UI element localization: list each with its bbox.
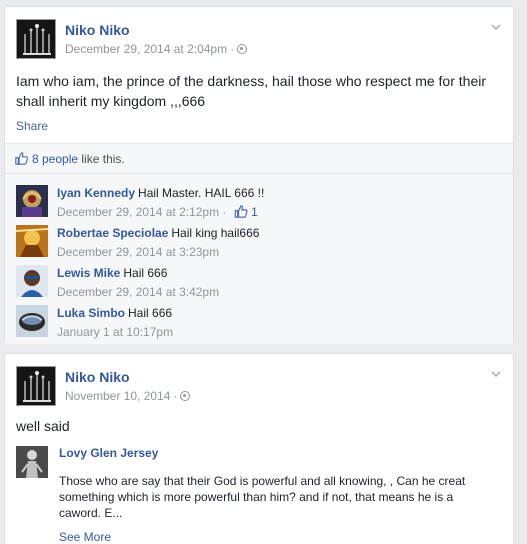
comment: Robertae Speciolae Hail king hail666 Dece…: [16, 223, 496, 259]
separator: ·: [173, 389, 178, 403]
post-time-text[interactable]: November 10, 2014: [65, 389, 170, 403]
comment-meta: December 29, 2014 at 2:12pm · 1: [57, 205, 264, 219]
share-link[interactable]: Share: [16, 119, 48, 133]
likes-suffix: like this.: [81, 152, 125, 166]
avatar[interactable]: [16, 225, 48, 257]
chevron-down-icon[interactable]: [490, 368, 502, 380]
like-count-value: 1: [251, 205, 258, 219]
post-card: Niko Niko November 10, 2014 · well said L…: [4, 353, 514, 544]
reply-author[interactable]: Lovy Glen Jersey: [59, 446, 158, 460]
thumbs-up-icon: [15, 152, 29, 168]
comment-list: Iyan Kennedy Hail Master. HAIL 666 !! Dec…: [5, 174, 513, 344]
comment-time[interactable]: December 29, 2014 at 3:23pm: [57, 245, 259, 259]
comment-time[interactable]: January 1 at 10:17pm: [57, 325, 173, 339]
globe-icon[interactable]: [237, 44, 248, 54]
post-text: Iam who iam, the prince of the darkness,…: [16, 73, 487, 109]
likes-summary: 8 people like this.: [5, 143, 513, 174]
comment-author[interactable]: Robertae Speciolae: [57, 226, 168, 240]
comment-text: Hail 666: [123, 266, 168, 280]
post-card: Niko Niko December 29, 2014 at 2:04pm · I…: [4, 6, 514, 344]
post-author[interactable]: Niko Niko: [65, 369, 130, 385]
comment-author[interactable]: Iyan Kennedy: [57, 186, 135, 200]
comment-text: Hail 666: [128, 306, 173, 320]
comment-text: Hail king hail666: [171, 226, 260, 240]
comment-text: Hail Master. HAIL 666 !!: [138, 186, 265, 200]
likes-count[interactable]: 8 people: [32, 152, 78, 166]
share-label[interactable]: Share: [16, 119, 48, 133]
avatar[interactable]: [16, 19, 56, 59]
avatar[interactable]: [16, 305, 48, 337]
avatar[interactable]: [16, 265, 48, 297]
comment-author[interactable]: Lewis Mike: [57, 266, 120, 280]
post-timestamp: December 29, 2014 at 2:04pm ·: [65, 42, 248, 56]
comment-author[interactable]: Luka Simbo: [57, 306, 125, 320]
comment-time[interactable]: December 29, 2014 at 3:42pm: [57, 285, 219, 299]
post-timestamp: November 10, 2014 ·: [65, 389, 191, 403]
post-time-text[interactable]: December 29, 2014 at 2:04pm: [65, 42, 227, 56]
comment: Lewis Mike Hail 666 December 29, 2014 at …: [16, 263, 496, 299]
avatar[interactable]: [16, 446, 48, 478]
post-text: well said: [16, 418, 70, 434]
see-more-link[interactable]: See More: [59, 530, 111, 544]
separator: ·: [222, 205, 227, 219]
chevron-down-icon[interactable]: [490, 21, 502, 33]
comment-time[interactable]: December 29, 2014 at 2:12pm: [57, 205, 219, 219]
globe-icon[interactable]: [180, 391, 191, 401]
avatar[interactable]: [16, 366, 56, 406]
separator: ·: [230, 42, 235, 56]
comment: Luka Simbo Hail 666 January 1 at 10:17pm: [16, 303, 496, 339]
reply-text: Those who are say that their God is powe…: [59, 474, 466, 520]
post-author[interactable]: Niko Niko: [65, 22, 130, 38]
comment-like-count[interactable]: 1: [234, 205, 258, 219]
thumbs-up-icon: [234, 205, 248, 218]
comment: Iyan Kennedy Hail Master. HAIL 666 !! Dec…: [16, 183, 496, 219]
avatar[interactable]: [16, 185, 48, 217]
